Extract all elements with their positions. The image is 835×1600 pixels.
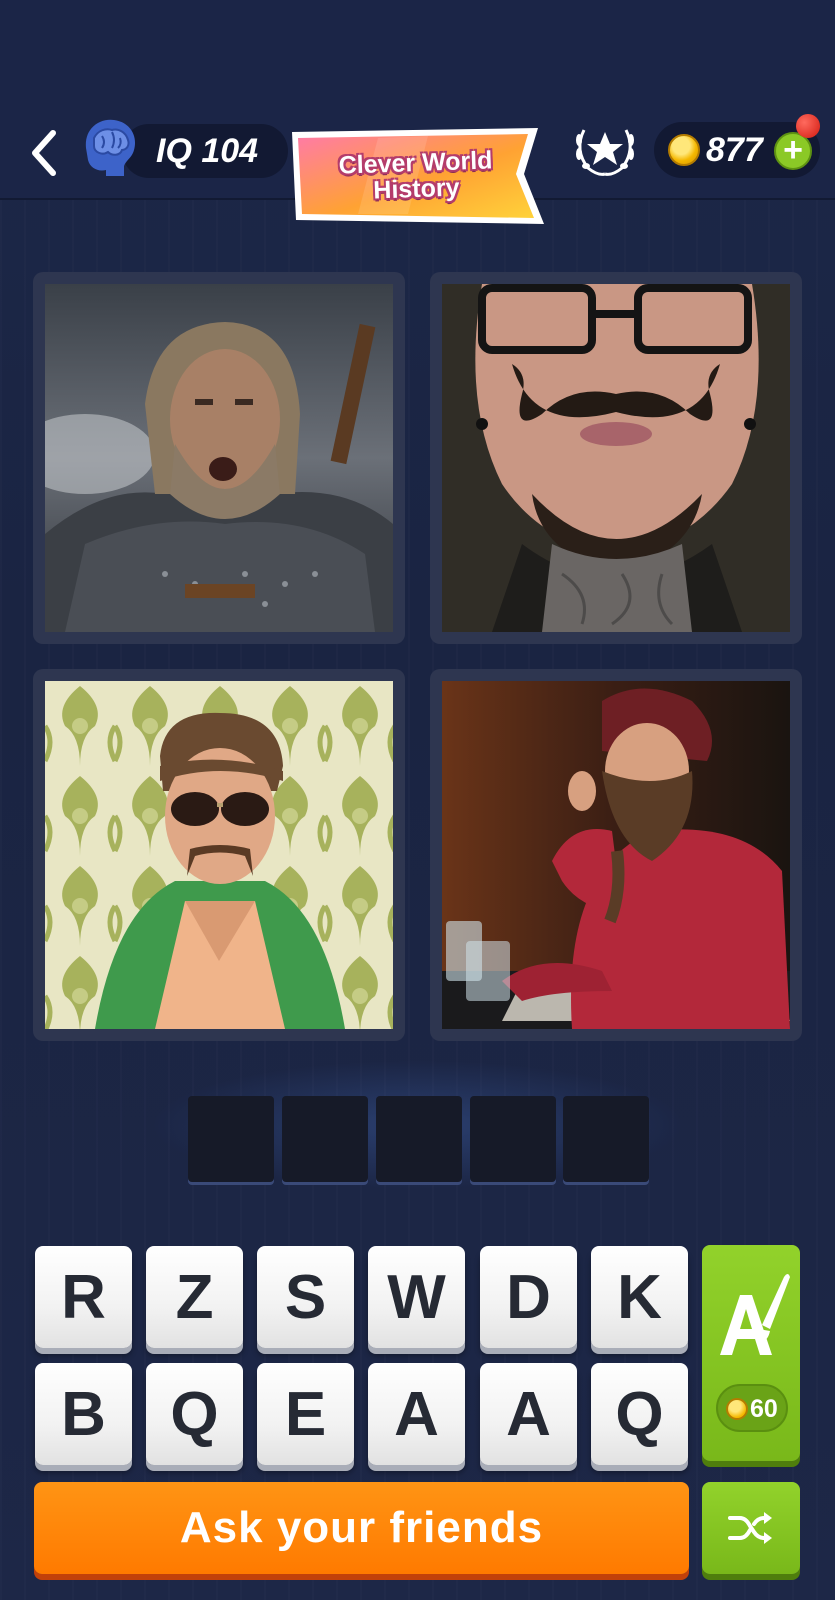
picture-tile-1[interactable] — [33, 272, 405, 644]
coin-icon — [726, 1398, 748, 1420]
letter-key-k[interactable]: K — [591, 1246, 688, 1348]
letter-key-s[interactable]: S — [257, 1246, 354, 1348]
letter-key-a[interactable]: A — [368, 1363, 465, 1465]
letter-key-d[interactable]: D — [480, 1246, 577, 1348]
paint-letter-icon — [720, 1274, 790, 1355]
ask-friends-button[interactable]: Ask your friends — [34, 1482, 689, 1574]
picture-tile-4[interactable] — [430, 669, 802, 1041]
letter-key-e[interactable]: E — [257, 1363, 354, 1465]
picture-tile-3[interactable] — [33, 669, 405, 1041]
iq-label: IQ 104 — [156, 131, 259, 170]
picture-tile-2[interactable] — [430, 272, 802, 644]
picture-viking-warrior — [45, 284, 393, 632]
picture-beard-on-phone — [442, 681, 790, 1029]
paint-hint-cost: 60 — [716, 1384, 788, 1432]
chevron-left-icon — [32, 130, 56, 176]
answer-slot-1[interactable] — [188, 1096, 274, 1182]
answer-slot-3[interactable] — [376, 1096, 462, 1182]
iq-badge[interactable]: IQ 104 — [122, 124, 288, 178]
letter-key-r[interactable]: R — [35, 1246, 132, 1348]
brain-head-icon — [85, 119, 136, 176]
picture-sunglasses-green-jacket — [45, 681, 393, 1029]
coins-value: 877 — [706, 131, 763, 169]
category-title: Clever World History — [338, 146, 493, 205]
shuffle-icon — [728, 1512, 772, 1544]
letter-key-w[interactable]: W — [368, 1246, 465, 1348]
notification-dot — [796, 114, 820, 138]
letter-key-a-2[interactable]: A — [480, 1363, 577, 1465]
paint-hint-cost-value: 60 — [750, 1395, 778, 1423]
letter-key-q-2[interactable]: Q — [591, 1363, 688, 1465]
answer-slot-4[interactable] — [470, 1096, 556, 1182]
answer-slot-2[interactable] — [282, 1096, 368, 1182]
coin-icon — [668, 134, 700, 166]
letter-key-b[interactable]: B — [35, 1363, 132, 1465]
answer-slot-5[interactable] — [563, 1096, 649, 1182]
picture-mustache-glasses — [442, 284, 790, 632]
letter-key-q[interactable]: Q — [146, 1363, 243, 1465]
laurel-star-icon[interactable] — [572, 120, 638, 180]
back-button[interactable] — [22, 125, 66, 181]
letter-key-z[interactable]: Z — [146, 1246, 243, 1348]
shuffle-button[interactable] — [702, 1482, 800, 1574]
